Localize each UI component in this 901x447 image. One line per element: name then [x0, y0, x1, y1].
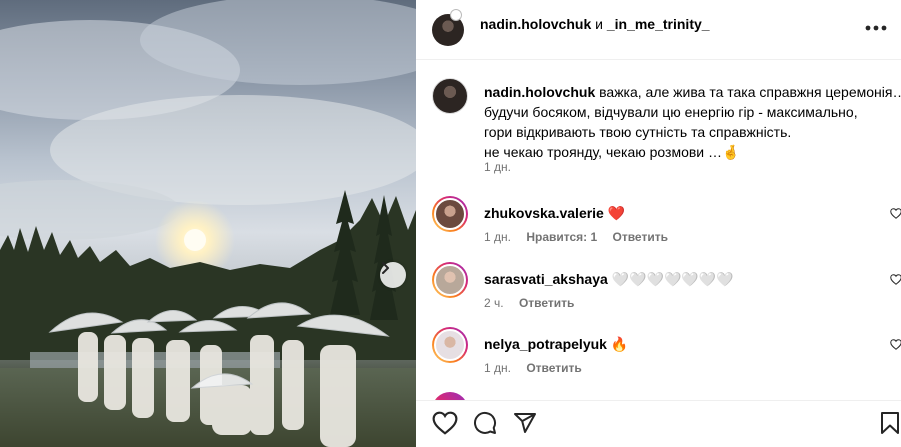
comment-text: sarasvati_akshaya 🤍🤍🤍🤍🤍🤍🤍 — [484, 270, 734, 288]
comment-item: zhukovska.valerie ❤️ 1 дн. Нравится: 1 О… — [432, 196, 901, 246]
comment-text: nelya_potrapelyuk 🔥 — [484, 335, 628, 353]
caption-line-4: не чекаю троянду, чекаю розмови …🤞 — [484, 144, 740, 160]
comment-item: nelya_potrapelyuk 🔥 1 дн. Ответить — [432, 327, 901, 377]
comment-reply-button[interactable]: Ответить — [526, 361, 581, 375]
chevron-right-icon — [382, 262, 389, 274]
post-header: nadin.holovchuk и _in_me_trinity_ — [416, 0, 901, 60]
comment-avatar[interactable] — [432, 262, 468, 298]
share-icon[interactable] — [513, 411, 537, 435]
post-photo[interactable] — [0, 0, 416, 447]
collaborator-username[interactable]: _in_me_trinity_ — [607, 16, 710, 32]
post-action-bar — [416, 400, 901, 447]
collaborator-avatar-badge — [450, 9, 462, 21]
comment-meta: 1 дн. Ответить — [484, 361, 594, 375]
bookmark-icon[interactable] — [880, 411, 900, 435]
comment-time[interactable]: 1 дн. — [484, 361, 511, 375]
caption-line-3: гори відкривають твою сутність та справж… — [484, 124, 792, 140]
photo-scene — [0, 0, 416, 447]
comment-meta: 2 ч. Ответить — [484, 296, 586, 310]
more-horizontal-icon — [865, 25, 887, 31]
caption-text: nadin.holovchuk важка, але жива та така … — [484, 82, 901, 162]
comment-username[interactable]: sarasvati_akshaya — [484, 271, 608, 287]
more-options-button[interactable] — [865, 16, 887, 34]
post-panel: nadin.holovchuk и _in_me_trinity_ nadin.… — [416, 0, 901, 447]
caption-username[interactable]: nadin.holovchuk — [484, 84, 595, 100]
heart-icon[interactable] — [432, 411, 458, 435]
comment-reply-button[interactable]: Ответить — [613, 230, 668, 244]
author-username[interactable]: nadin.holovchuk — [480, 16, 591, 32]
comment-icon[interactable] — [473, 411, 497, 435]
comment-username[interactable]: zhukovska.valerie — [484, 205, 604, 221]
comment-meta: 1 дн. Нравится: 1 Ответить — [484, 230, 680, 244]
comment-reply-button[interactable]: Ответить — [519, 296, 574, 310]
comment-body: 🔥 — [610, 336, 629, 352]
caption-line-1: важка, але жива та така справжня церемон… — [599, 84, 901, 100]
comment-body: 🤍🤍🤍🤍🤍🤍🤍 — [611, 271, 734, 287]
author-joiner: и — [595, 16, 603, 32]
comment-likes-count[interactable]: Нравится: 1 — [526, 230, 597, 244]
comment-item: sarasvati_akshaya 🤍🤍🤍🤍🤍🤍🤍 2 ч. Ответить — [432, 262, 901, 312]
caption-avatar[interactable] — [432, 78, 468, 114]
caption-line-2: будучи босяком, відчували цю енергію гір… — [484, 104, 858, 120]
comment-avatar-partial — [432, 392, 468, 400]
comment-like-heart-icon[interactable] — [890, 274, 901, 285]
comment-avatar[interactable] — [432, 327, 468, 363]
carousel-next-button[interactable] — [380, 262, 406, 288]
comment-time[interactable]: 1 дн. — [484, 230, 511, 244]
comment-username[interactable]: nelya_potrapelyuk — [484, 336, 607, 352]
comment-like-heart-icon[interactable] — [890, 339, 901, 350]
comment-like-heart-icon[interactable] — [890, 208, 901, 219]
comment-time[interactable]: 2 ч. — [484, 296, 504, 310]
comment-avatar[interactable] — [432, 196, 468, 232]
post-authors: nadin.holovchuk и _in_me_trinity_ — [480, 16, 710, 32]
comment-body: ❤️ — [607, 205, 626, 221]
caption-timestamp[interactable]: 1 дн. — [484, 160, 511, 174]
comment-text: zhukovska.valerie ❤️ — [484, 204, 625, 222]
